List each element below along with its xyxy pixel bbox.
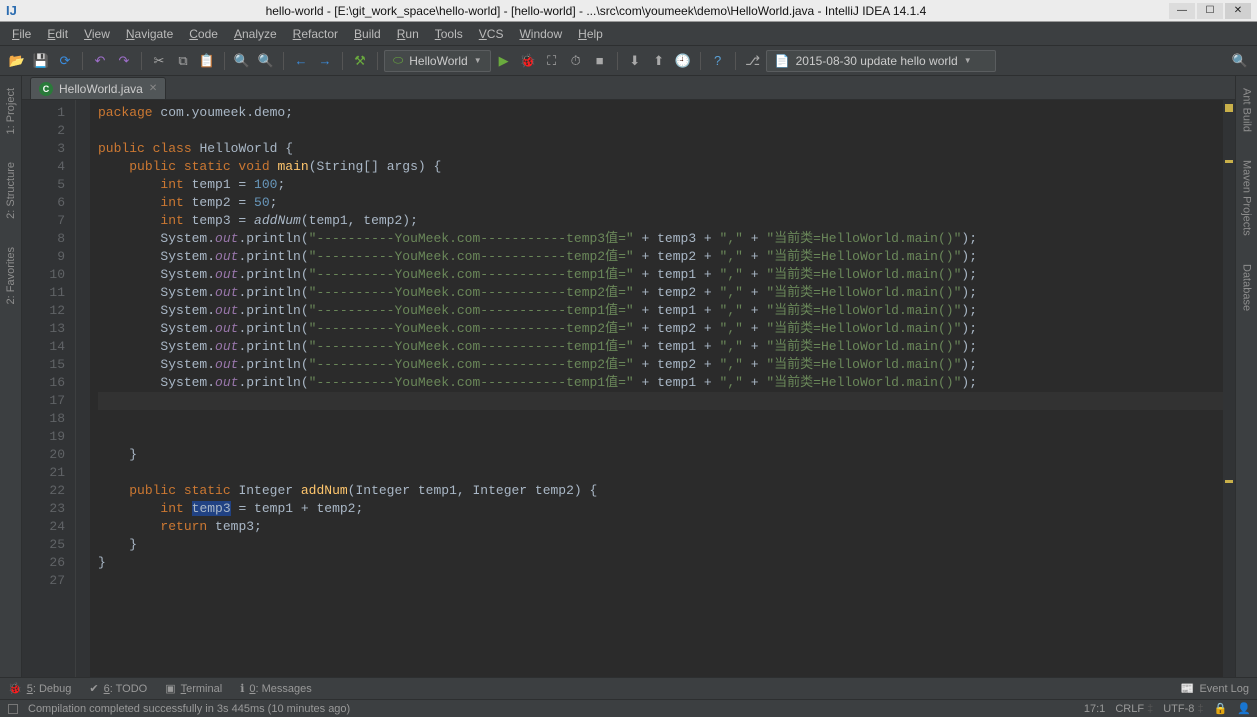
toolwindow-toggle-icon[interactable] (8, 704, 18, 714)
find-icon[interactable]: 🔍 (231, 50, 253, 72)
toolwindow--project[interactable]: 1: Project (5, 84, 17, 138)
save-icon[interactable]: 💾 (30, 50, 52, 72)
toolwindow--favorites[interactable]: 2: Favorites (5, 243, 17, 308)
bottom-tab-icon: ✔ (89, 682, 98, 695)
caret-position[interactable]: 17:1 (1084, 703, 1105, 715)
dropdown-icon: ▼ (964, 56, 972, 65)
menu-build[interactable]: Build (348, 25, 387, 43)
status-bar: Compilation completed successfully in 3s… (0, 699, 1257, 717)
class-file-icon: C (39, 82, 53, 96)
undo-icon[interactable]: ↶ (89, 50, 111, 72)
bottom-tab-icon: ℹ (240, 682, 244, 695)
editor-tab-row: C HelloWorld.java ✕ (22, 76, 1235, 100)
menu-edit[interactable]: Edit (41, 25, 74, 43)
run-config-selector[interactable]: ⬭ HelloWorld ▼ (384, 50, 491, 72)
toolwindow--structure[interactable]: 2: Structure (5, 158, 17, 223)
search-everywhere-icon[interactable]: 🔍 (1229, 50, 1251, 72)
right-toolwindow-bar: Ant Build Maven Projects Database (1235, 76, 1257, 677)
copy-icon[interactable]: ⧉ (172, 50, 194, 72)
event-log-tab[interactable]: 📰Event Log (1181, 682, 1249, 695)
bottom-tab-icon: ▣ (165, 682, 175, 695)
warning-marker-icon (1225, 104, 1233, 112)
forward-icon[interactable]: → (314, 50, 336, 72)
window-close-button[interactable]: ✕ (1225, 3, 1251, 19)
dropdown-icon: ▼ (474, 56, 482, 65)
run-config-label: HelloWorld (409, 54, 467, 68)
vcs-update-icon[interactable]: ⬇ (624, 50, 646, 72)
bottom-tab--todo[interactable]: ✔6: TODO (89, 682, 147, 695)
file-encoding[interactable]: UTF-8 ‡ (1163, 703, 1203, 715)
lock-icon[interactable]: 🔒 (1214, 702, 1228, 715)
event-log-icon: 📰 (1181, 682, 1195, 695)
menu-refactor[interactable]: Refactor (287, 25, 344, 43)
menu-view[interactable]: View (78, 25, 116, 43)
help-icon[interactable]: ? (707, 50, 729, 72)
bottom-tab-icon: 🐞 (8, 682, 22, 695)
editor-tab-label: HelloWorld.java (59, 82, 143, 96)
code-text[interactable]: package com.youmeek.demo; public class H… (90, 100, 1235, 677)
menu-tools[interactable]: Tools (429, 25, 469, 43)
bottom-tab-terminal[interactable]: ▣Terminal (165, 682, 222, 695)
toolwindow-database[interactable]: Database (1241, 260, 1253, 315)
toolwindow-maven-projects[interactable]: Maven Projects (1241, 156, 1253, 240)
code-editor[interactable]: 1234567891011121314151617181920212223242… (22, 100, 1235, 677)
vcs-history-icon[interactable]: 🕘 (672, 50, 694, 72)
debug-icon[interactable]: 🐞 (517, 50, 539, 72)
bottom-tab--messages[interactable]: ℹ0: Messages (240, 682, 312, 695)
menubar: FileEditViewNavigateCodeAnalyzeRefactorB… (0, 22, 1257, 46)
window-minimize-button[interactable]: — (1169, 3, 1195, 19)
refresh-icon[interactable]: ⟳ (54, 50, 76, 72)
menu-vcs[interactable]: VCS (473, 25, 510, 43)
inspector-icon[interactable]: 👤 (1237, 702, 1251, 715)
line-number-gutter: 1234567891011121314151617181920212223242… (22, 100, 76, 677)
titlebar: IJ hello-world - [E:\git_work_space\hell… (0, 0, 1257, 22)
fold-gutter[interactable] (76, 100, 90, 677)
editor-scrollbar[interactable] (1223, 100, 1235, 677)
git-commit-label: 2015-08-30 update hello world (796, 54, 958, 68)
bottom-tab--debug[interactable]: 🐞5: Debug (8, 682, 71, 695)
vcs-commit-icon[interactable]: ⬆ (648, 50, 670, 72)
build-icon[interactable]: ⚒ (349, 50, 371, 72)
menu-code[interactable]: Code (183, 25, 224, 43)
open-icon[interactable]: 📂 (6, 50, 28, 72)
cut-icon[interactable]: ✂ (148, 50, 170, 72)
run-icon[interactable]: ▶ (493, 50, 515, 72)
line-separator[interactable]: CRLF ‡ (1115, 703, 1153, 715)
menu-window[interactable]: Window (513, 25, 568, 43)
redo-icon[interactable]: ↷ (113, 50, 135, 72)
bottom-toolwindow-bar: 🐞5: Debug ✔6: TODO ▣Terminal ℹ0: Messages 📰E… (0, 677, 1257, 699)
status-message: Compilation completed successfully in 3s… (28, 703, 1074, 715)
menu-run[interactable]: Run (391, 25, 425, 43)
back-icon[interactable]: ← (290, 50, 312, 72)
window-maximize-button[interactable]: ☐ (1197, 3, 1223, 19)
profile-icon[interactable]: ⏱ (565, 50, 587, 72)
stop-icon[interactable]: ■ (589, 50, 611, 72)
toolwindow-ant-build[interactable]: Ant Build (1241, 84, 1253, 136)
run-config-icon: ⬭ (393, 53, 403, 68)
close-tab-icon[interactable]: ✕ (149, 83, 157, 94)
git-doc-icon: 📄 (775, 54, 790, 68)
menu-analyze[interactable]: Analyze (228, 25, 283, 43)
menu-navigate[interactable]: Navigate (120, 25, 179, 43)
paste-icon[interactable]: 📋 (196, 50, 218, 72)
replace-icon[interactable]: 🔍 (255, 50, 277, 72)
menu-file[interactable]: File (6, 25, 37, 43)
window-title: hello-world - [E:\git_work_space\hello-w… (23, 4, 1169, 18)
left-toolwindow-bar: 1: Project 2: Structure 2: Favorites (0, 76, 22, 677)
coverage-icon[interactable]: ⛶ (541, 50, 563, 72)
gutter-mark-icon (1225, 160, 1233, 163)
gutter-mark-icon (1225, 480, 1233, 483)
git-branch-icon[interactable]: ⎇ (742, 50, 764, 72)
editor-tab[interactable]: C HelloWorld.java ✕ (30, 77, 166, 99)
app-logo-icon: IJ (6, 3, 17, 18)
menu-help[interactable]: Help (572, 25, 609, 43)
git-commit-selector[interactable]: 📄 2015-08-30 update hello world ▼ (766, 50, 996, 72)
toolbar: 📂 💾 ⟳ ↶ ↷ ✂ ⧉ 📋 🔍 🔍 ← → ⚒ ⬭ HelloWorld ▼… (0, 46, 1257, 76)
